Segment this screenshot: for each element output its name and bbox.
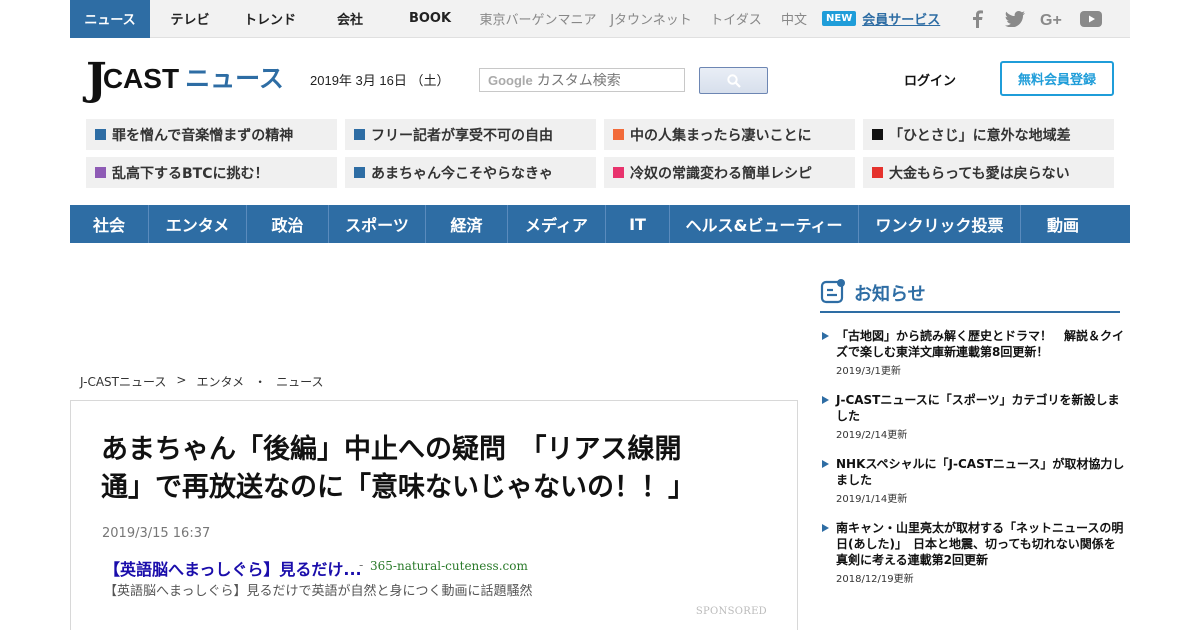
trending-item[interactable]: フリー記者が享受不可の自由 bbox=[345, 119, 596, 150]
notice-updated: 2018/12/19更新 bbox=[836, 574, 914, 585]
article-card: あまちゃん「後編」中止への疑問 「リアス線開 通」で再放送なのに「意味ないじゃな… bbox=[70, 400, 798, 630]
triangle-right-icon bbox=[822, 460, 829, 468]
category-economy[interactable]: 経済 bbox=[426, 205, 508, 243]
notice-updated: 2019/2/14更新 bbox=[836, 430, 908, 441]
notices-title: お知らせ bbox=[854, 284, 926, 305]
category-media[interactable]: メディア bbox=[508, 205, 606, 243]
trending-item[interactable]: あまちゃん今こそやらなきゃ bbox=[345, 157, 596, 188]
triangle-right-icon bbox=[822, 396, 829, 404]
category-entertainment[interactable]: エンタメ bbox=[149, 205, 247, 243]
sponsored-ad-title[interactable]: 【英語脳へまっしぐら】見るだけ... bbox=[104, 556, 362, 580]
trending-item[interactable]: 乱高下するBTCに挑む！ bbox=[86, 157, 337, 188]
trending-label: 「ひとさじ」に意外な地域差 bbox=[889, 127, 1071, 144]
trending-item[interactable]: 「ひとさじ」に意外な地域差 bbox=[863, 119, 1114, 150]
trending-label: 中の人集まったら凄いことに bbox=[630, 127, 812, 144]
top-nav-tv[interactable]: テレビ bbox=[150, 0, 230, 38]
top-nav-trend[interactable]: トレンド bbox=[230, 0, 310, 38]
sponsored-ad-domain[interactable]: 365-natural-cuteness.com bbox=[370, 559, 528, 573]
triangle-right-icon bbox=[822, 524, 829, 532]
trending-item[interactable]: 大金もらっても愛は戻らない bbox=[863, 157, 1114, 188]
notice-text: J-CASTニュースに「スポーツ」カテゴリを新設しました bbox=[836, 393, 1120, 423]
google-logo: Google bbox=[488, 72, 533, 88]
notice-updated: 2019/1/14更新 bbox=[836, 494, 908, 505]
trending-label: 乱高下するBTCに挑む！ bbox=[112, 165, 269, 182]
ad-separator: - bbox=[359, 558, 364, 572]
category-video[interactable]: 動画 bbox=[1021, 205, 1105, 243]
breadcrumb-separator: > bbox=[176, 373, 187, 387]
bullet-icon bbox=[613, 129, 624, 140]
bullet-icon bbox=[872, 129, 883, 140]
sponsored-label: SPONSORED bbox=[695, 606, 767, 617]
bullet-icon bbox=[613, 167, 624, 178]
search-placeholder: カスタム検索 bbox=[536, 73, 621, 89]
breadcrumb-entertainment[interactable]: エンタメ bbox=[196, 373, 244, 390]
current-date: 2019年 3月 16日 （土） bbox=[310, 73, 450, 88]
page: ニュース テレビ トレンド 会社 BOOK 東京バーゲンマニア Jタウンネット … bbox=[0, 0, 1200, 630]
top-nav-book[interactable]: BOOK bbox=[390, 0, 470, 38]
search-input[interactable]: Google カスタム検索 bbox=[479, 68, 685, 92]
site-logo[interactable]: J CAST ニュース bbox=[86, 58, 284, 102]
category-one-click-vote[interactable]: ワンクリック投票 bbox=[859, 205, 1021, 243]
article-title: あまちゃん「後編」中止への疑問 「リアス線開 通」で再放送なのに「意味ないじゃな… bbox=[101, 431, 761, 507]
trending-item[interactable]: 中の人集まったら凄いことに bbox=[604, 119, 855, 150]
notice-item[interactable]: NHKスペシャルに「J-CASTニュース」が取材協力しました 2019/1/14… bbox=[820, 456, 1125, 505]
category-society[interactable]: 社会 bbox=[70, 205, 149, 243]
twitter-icon[interactable] bbox=[1004, 9, 1026, 29]
top-nav-company[interactable]: 会社 bbox=[310, 0, 390, 38]
member-service: NEW 会員サービス bbox=[812, 0, 942, 38]
notice-item[interactable]: 「古地図」から読み解く歴史とドラマ！ 解説＆クイズで楽しむ東洋文庫新連載第8回更… bbox=[820, 328, 1125, 377]
top-nav-chinese[interactable]: 中文 bbox=[776, 0, 812, 38]
triangle-right-icon bbox=[822, 332, 829, 340]
member-service-link[interactable]: 会員サービス bbox=[862, 9, 940, 28]
category-it[interactable]: IT bbox=[606, 205, 670, 243]
category-sports[interactable]: スポーツ bbox=[329, 205, 426, 243]
bullet-icon bbox=[354, 129, 365, 140]
sponsored-ad-description: 【英語脳へまっしぐら】見るだけで英語が自然と身につく動画に話題騒然 bbox=[104, 584, 533, 599]
notice-updated: 2019/3/1更新 bbox=[836, 366, 901, 377]
register-button[interactable]: 無料会員登録 bbox=[1000, 61, 1114, 96]
google-plus-icon[interactable]: G+ bbox=[1040, 9, 1066, 29]
breadcrumb-news[interactable]: ニュース bbox=[276, 373, 323, 390]
notice-icon bbox=[820, 279, 845, 304]
category-nav: 社会 エンタメ 政治 スポーツ 経済 メディア IT ヘルス&ビューティー ワン… bbox=[70, 205, 1130, 243]
facebook-icon[interactable] bbox=[966, 9, 988, 29]
trending-label: 罪を憎んで音楽憎まずの精神 bbox=[112, 127, 294, 144]
bullet-icon bbox=[95, 129, 106, 140]
trending-label: 冷奴の常識変わる簡単レシピ bbox=[630, 165, 812, 182]
bullet-icon bbox=[354, 167, 365, 178]
logo-news: ニュース bbox=[185, 65, 284, 93]
category-politics[interactable]: 政治 bbox=[247, 205, 329, 243]
top-nav-bargain-mania[interactable]: 東京バーゲンマニア bbox=[470, 0, 606, 38]
login-link[interactable]: ログイン bbox=[904, 70, 956, 89]
top-nav-jtown[interactable]: Jタウンネット bbox=[606, 0, 696, 38]
article-title-line: あまちゃん「後編」中止への疑問 「リアス線開 bbox=[101, 434, 682, 465]
search-button[interactable] bbox=[699, 67, 768, 94]
breadcrumb-home[interactable]: J-CASTニュース bbox=[80, 373, 166, 390]
notice-item[interactable]: 南キャン・山里亮太が取材する「ネットニュースの明日(あした)」 日本と地震、切っ… bbox=[820, 520, 1125, 585]
logo-cast: CAST bbox=[102, 63, 180, 94]
top-nav-news[interactable]: ニュース bbox=[70, 0, 150, 38]
trending-label: あまちゃん今こそやらなきゃ bbox=[371, 165, 553, 182]
bullet-icon bbox=[95, 167, 106, 178]
notice-text: NHKスペシャルに「J-CASTニュース」が取材協力しました bbox=[836, 457, 1125, 487]
notice-text: 南キャン・山里亮太が取材する「ネットニュースの明日(あした)」 日本と地震、切っ… bbox=[836, 521, 1124, 567]
breadcrumb-separator: ・ bbox=[254, 375, 267, 389]
svg-text:G+: G+ bbox=[1040, 12, 1062, 27]
article-title-line: 通」で再放送なのに「意味ないじゃないの！！」 bbox=[101, 472, 695, 503]
category-health-beauty[interactable]: ヘルス&ビューティー bbox=[670, 205, 859, 243]
trending-item[interactable]: 罪を憎んで音楽憎まずの精神 bbox=[86, 119, 337, 150]
notices-header: お知らせ bbox=[820, 278, 1120, 313]
breadcrumb: J-CASTニュース > エンタメ ・ ニュース bbox=[80, 373, 324, 390]
trending-label: 大金もらっても愛は戻らない bbox=[889, 165, 1070, 182]
search-icon bbox=[726, 73, 741, 88]
article-timestamp: 2019/3/15 16:37 bbox=[102, 526, 211, 541]
youtube-icon[interactable] bbox=[1080, 9, 1102, 29]
bullet-icon bbox=[872, 167, 883, 178]
trending-label: フリー記者が享受不可の自由 bbox=[371, 127, 553, 144]
trending-item[interactable]: 冷奴の常識変わる簡単レシピ bbox=[604, 157, 855, 188]
new-badge: NEW bbox=[822, 11, 857, 26]
notice-item[interactable]: J-CASTニュースに「スポーツ」カテゴリを新設しました 2019/2/14更新 bbox=[820, 392, 1125, 441]
top-nav-toidasu[interactable]: トイダス bbox=[696, 0, 776, 38]
notice-text: 「古地図」から読み解く歴史とドラマ！ 解説＆クイズで楽しむ東洋文庫新連載第8回更… bbox=[836, 329, 1125, 359]
